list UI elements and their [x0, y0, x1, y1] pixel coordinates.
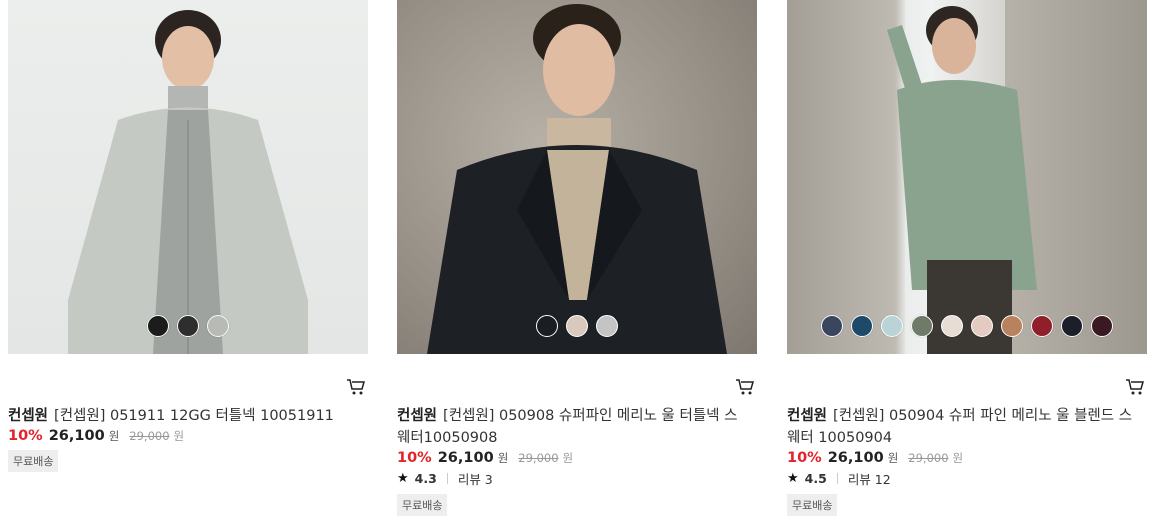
free-shipping-badge: 무료배송: [8, 450, 59, 472]
currency-label: 원: [108, 429, 120, 443]
discount-rate: 10%: [787, 450, 822, 466]
review-count[interactable]: 리뷰 3: [458, 469, 493, 488]
color-swatch[interactable]: [881, 315, 903, 337]
product-image[interactable]: [787, 0, 1147, 354]
product-title[interactable]: 컨셉원 [컨셉원] 051911 12GG 터틀넥 10051911: [8, 405, 358, 427]
brand-name: 컨셉원: [397, 408, 438, 424]
star-icon: ★: [787, 471, 799, 486]
cart-icon[interactable]: [1125, 378, 1145, 396]
color-swatch[interactable]: [851, 315, 873, 337]
price-row: 10% 26,100 원 29,000 원: [397, 450, 747, 466]
color-swatch[interactable]: [971, 315, 993, 337]
product-card[interactable]: 컨셉원 [컨셉원] 051911 12GG 터틀넥 10051911 10% 26…: [8, 0, 368, 472]
sale-price: 26,100: [437, 450, 494, 466]
color-swatch[interactable]: [536, 315, 558, 337]
color-swatch[interactable]: [941, 315, 963, 337]
color-swatches: [397, 315, 757, 337]
color-swatch[interactable]: [596, 315, 618, 337]
model-figure: [68, 10, 308, 354]
product-name: [컨셉원] 050908 슈퍼파인 메리노 울 터틀넥 스웨터10050908: [397, 408, 738, 446]
brand-name: 컨셉원: [8, 408, 49, 424]
free-shipping-badge: 무료배송: [397, 494, 448, 516]
product-name: [컨셉원] 051911 12GG 터틀넥 10051911: [54, 408, 334, 424]
color-swatch[interactable]: [566, 315, 588, 337]
cart-icon[interactable]: [346, 378, 366, 396]
original-price: 29,000: [908, 451, 949, 465]
discount-rate: 10%: [8, 428, 43, 444]
price-row: 10% 26,100 원 29,000 원: [787, 450, 1137, 466]
model-figure: [427, 4, 727, 354]
discount-rate: 10%: [397, 450, 432, 466]
price-row: 10% 26,100 원 29,000 원: [8, 428, 358, 444]
rating-row: ★ 4.5 리뷰 12: [787, 469, 1137, 488]
currency-label: 원: [887, 451, 899, 465]
product-name: [컨셉원] 050904 슈퍼 파인 메리노 울 블렌드 스웨터 1005090…: [787, 408, 1133, 446]
product-info: 컨셉원 [컨셉원] 051911 12GG 터틀넥 10051911 10% 26…: [8, 405, 358, 472]
divider: [836, 473, 838, 484]
product-image[interactable]: [8, 0, 368, 354]
divider: [446, 473, 448, 484]
product-card[interactable]: 컨셉원 [컨셉원] 050904 슈퍼 파인 메리노 울 블렌드 스웨터 1005…: [787, 0, 1147, 516]
model-figure: [887, 0, 1037, 354]
product-title[interactable]: 컨셉원 [컨셉원] 050904 슈퍼 파인 메리노 울 블렌드 스웨터 1005…: [787, 405, 1137, 449]
color-swatch[interactable]: [1001, 315, 1023, 337]
color-swatch[interactable]: [821, 315, 843, 337]
color-swatch[interactable]: [207, 315, 229, 337]
color-swatch[interactable]: [1031, 315, 1053, 337]
cart-icon[interactable]: [735, 378, 755, 396]
rating-value: 4.3: [414, 471, 437, 486]
color-swatches: [787, 315, 1147, 337]
original-currency-label: 원: [952, 451, 964, 465]
original-price: 29,000: [129, 429, 170, 443]
original-currency-label: 원: [562, 451, 574, 465]
product-info: 컨셉원 [컨셉원] 050908 슈퍼파인 메리노 울 터틀넥 스웨터100509…: [397, 405, 747, 516]
sale-price: 26,100: [48, 428, 105, 444]
product-image[interactable]: [397, 0, 757, 354]
color-swatch[interactable]: [1091, 315, 1113, 337]
original-price: 29,000: [518, 451, 559, 465]
color-swatch[interactable]: [1061, 315, 1083, 337]
color-swatch[interactable]: [177, 315, 199, 337]
original-currency-label: 원: [173, 429, 185, 443]
color-swatch[interactable]: [147, 315, 169, 337]
color-swatches: [8, 315, 368, 337]
color-swatch[interactable]: [911, 315, 933, 337]
product-card[interactable]: 컨셉원 [컨셉원] 050908 슈퍼파인 메리노 울 터틀넥 스웨터100509…: [397, 0, 757, 516]
review-count[interactable]: 리뷰 12: [848, 469, 891, 488]
free-shipping-badge: 무료배송: [787, 494, 838, 516]
currency-label: 원: [497, 451, 509, 465]
product-title[interactable]: 컨셉원 [컨셉원] 050908 슈퍼파인 메리노 울 터틀넥 스웨터100509…: [397, 405, 747, 449]
product-info: 컨셉원 [컨셉원] 050904 슈퍼 파인 메리노 울 블렌드 스웨터 1005…: [787, 405, 1137, 516]
sale-price: 26,100: [827, 450, 884, 466]
rating-row: ★ 4.3 리뷰 3: [397, 469, 747, 488]
rating-value: 4.5: [804, 471, 827, 486]
star-icon: ★: [397, 471, 409, 486]
brand-name: 컨셉원: [787, 408, 828, 424]
